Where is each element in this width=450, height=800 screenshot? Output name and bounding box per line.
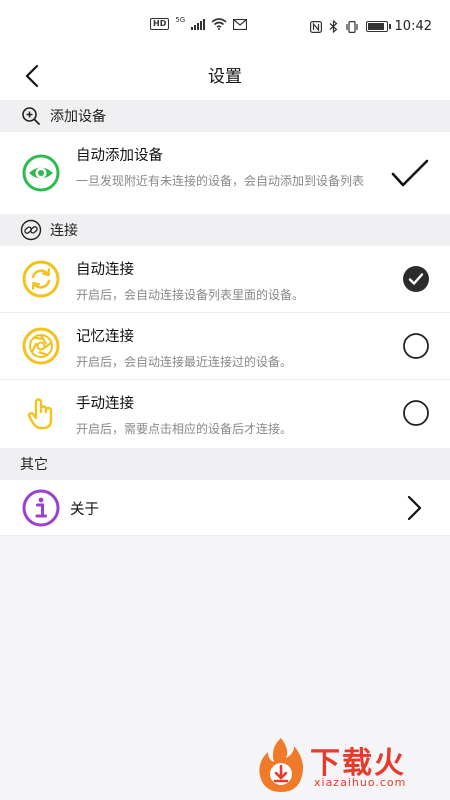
section-other: 其它: [0, 448, 450, 480]
wifi-icon: [211, 18, 227, 30]
vibrate-icon: [345, 20, 358, 33]
section-connect: 连接: [0, 214, 450, 246]
aperture-icon: [22, 327, 60, 365]
page-title: 设置: [208, 67, 242, 87]
zoom-in-icon: [20, 105, 42, 127]
chevron-right-icon: [407, 495, 422, 521]
sync-icon: [22, 260, 60, 298]
nfc-icon: [309, 20, 322, 33]
about-row[interactable]: 关于: [0, 480, 450, 536]
memory-connect-row[interactable]: 记忆连接 开启后，会自动连接最近连接过的设备。: [0, 313, 450, 380]
section-add-device: 添加设备: [0, 100, 450, 132]
link-icon: [20, 219, 42, 241]
checkmark-icon: [391, 159, 429, 187]
watermark: 下载火 xiazaihuo.com: [254, 736, 444, 794]
divider: [0, 535, 450, 536]
status-right: 10:42: [309, 19, 432, 34]
auto-add-device-row[interactable]: 自动添加设备 一旦发现附近有未连接的设备，会自动添加到设备列表: [0, 132, 450, 214]
section-label: 连接: [50, 223, 78, 239]
row-title: 自动添加设备: [76, 148, 163, 164]
row-description: 开启后，需要点击相应的设备后才连接。: [76, 422, 293, 436]
hand-pointer-icon: [22, 394, 60, 432]
watermark-domain: xiazaihuo.com: [314, 776, 407, 789]
auto-add-checkbox[interactable]: [390, 158, 430, 190]
row-description: 开启后，会自动连接最近连接过的设备。: [76, 355, 293, 369]
memory-connect-radio[interactable]: [402, 332, 430, 360]
flame-logo-icon: [259, 738, 303, 792]
radio-unchecked-icon: [403, 333, 429, 359]
section-label: 其它: [20, 457, 48, 473]
nav-bar: 设置: [0, 52, 450, 100]
row-title: 自动连接: [76, 262, 134, 278]
radio-checked-icon: [403, 266, 429, 292]
manual-connect-radio[interactable]: [402, 399, 430, 427]
status-time: 10:42: [394, 19, 432, 34]
about-label: 关于: [70, 502, 99, 518]
eye-icon: [22, 154, 60, 192]
signal-icon: [191, 18, 206, 30]
bluetooth-icon: [329, 20, 337, 33]
mail-icon: [233, 18, 248, 30]
manual-connect-row[interactable]: 手动连接 开启后，需要点击相应的设备后才连接。: [0, 380, 450, 448]
row-description: 一旦发现附近有未连接的设备，会自动添加到设备列表: [76, 174, 365, 188]
about-arrow: [400, 494, 428, 522]
auto-connect-radio[interactable]: [402, 265, 430, 293]
section-label: 添加设备: [50, 109, 106, 125]
row-title: 记忆连接: [76, 329, 134, 345]
row-title: 手动连接: [76, 396, 134, 412]
status-left: HD 5G: [150, 16, 248, 30]
hd-badge: HD: [150, 18, 170, 30]
info-icon: [22, 489, 60, 527]
row-description: 开启后，会自动连接设备列表里面的设备。: [76, 288, 305, 302]
radio-unchecked-icon: [403, 400, 429, 426]
auto-connect-row[interactable]: 自动连接 开启后，会自动连接设备列表里面的设备。: [0, 246, 450, 313]
network-label: 5G: [175, 16, 186, 24]
status-bar: HD 5G 10:42: [0, 0, 450, 52]
battery-icon: [365, 21, 391, 32]
